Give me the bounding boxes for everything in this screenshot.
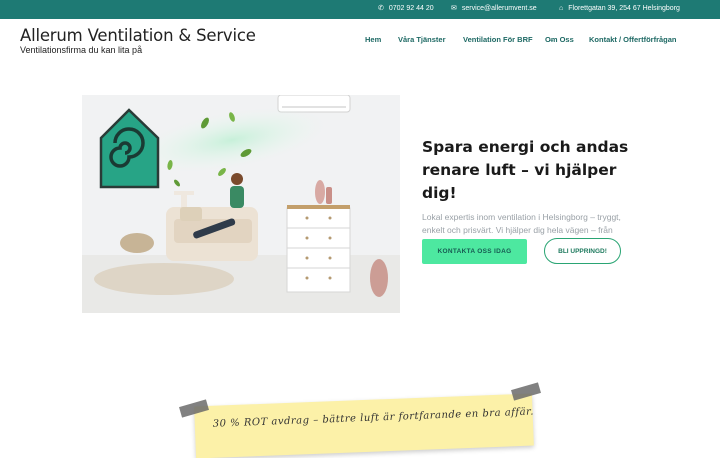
hero-illustration xyxy=(82,95,400,313)
rot-note-text: 30 % ROT avdrag – bättre luft är fortfar… xyxy=(212,406,535,430)
topbar-phone[interactable]: ✆ 0702 92 44 20 xyxy=(378,5,434,12)
home-icon: ⌂ xyxy=(559,5,564,12)
hero-image xyxy=(82,95,400,313)
dropdown-caret-icon: – xyxy=(549,35,554,44)
envelope-icon: ✉ xyxy=(451,5,457,12)
topbar-email[interactable]: ✉ service@allerumvent.se xyxy=(451,5,537,12)
topbar-phone-text: 0702 92 44 20 xyxy=(388,5,434,12)
nav-item-kontakt[interactable]: Kontakt / Offertförfrågan xyxy=(589,35,677,44)
call-me-button[interactable]: BLI UPPRINGD! xyxy=(544,238,621,264)
topbar-email-text: service@allerumvent.se xyxy=(461,5,537,12)
topbar-address-text: Florettgatan 39, 254 67 Helsingborg xyxy=(568,5,680,12)
nav-item-tjanster[interactable]: Våra Tjänster xyxy=(398,35,446,44)
topbar-address: ⌂ Florettgatan 39, 254 67 Helsingborg xyxy=(559,5,680,12)
top-contact-bar: ✆ 0702 92 44 20 ✉ service@allerumvent.se… xyxy=(0,0,720,19)
hero-heading: Spara energi och andas renare luft – vi … xyxy=(422,138,629,202)
site-header: Allerum Ventilation & Service Ventilatio… xyxy=(0,19,720,71)
contact-us-button[interactable]: KONTAKTA OSS IDAG xyxy=(422,239,527,264)
nav-item-brf[interactable]: Ventilation För BRF xyxy=(463,35,533,44)
hero-text: Spara energi och andas renare luft – vi … xyxy=(422,136,652,250)
phone-icon: ✆ xyxy=(378,5,384,12)
main-nav: Hem Våra Tjänster Ventilation För BRF Om… xyxy=(0,35,720,47)
rot-note: 30 % ROT avdrag – bättre luft är fortfar… xyxy=(179,382,541,458)
sticky-note: 30 % ROT avdrag – bättre luft är fortfar… xyxy=(194,393,535,458)
nav-item-hem[interactable]: Hem xyxy=(365,35,381,44)
